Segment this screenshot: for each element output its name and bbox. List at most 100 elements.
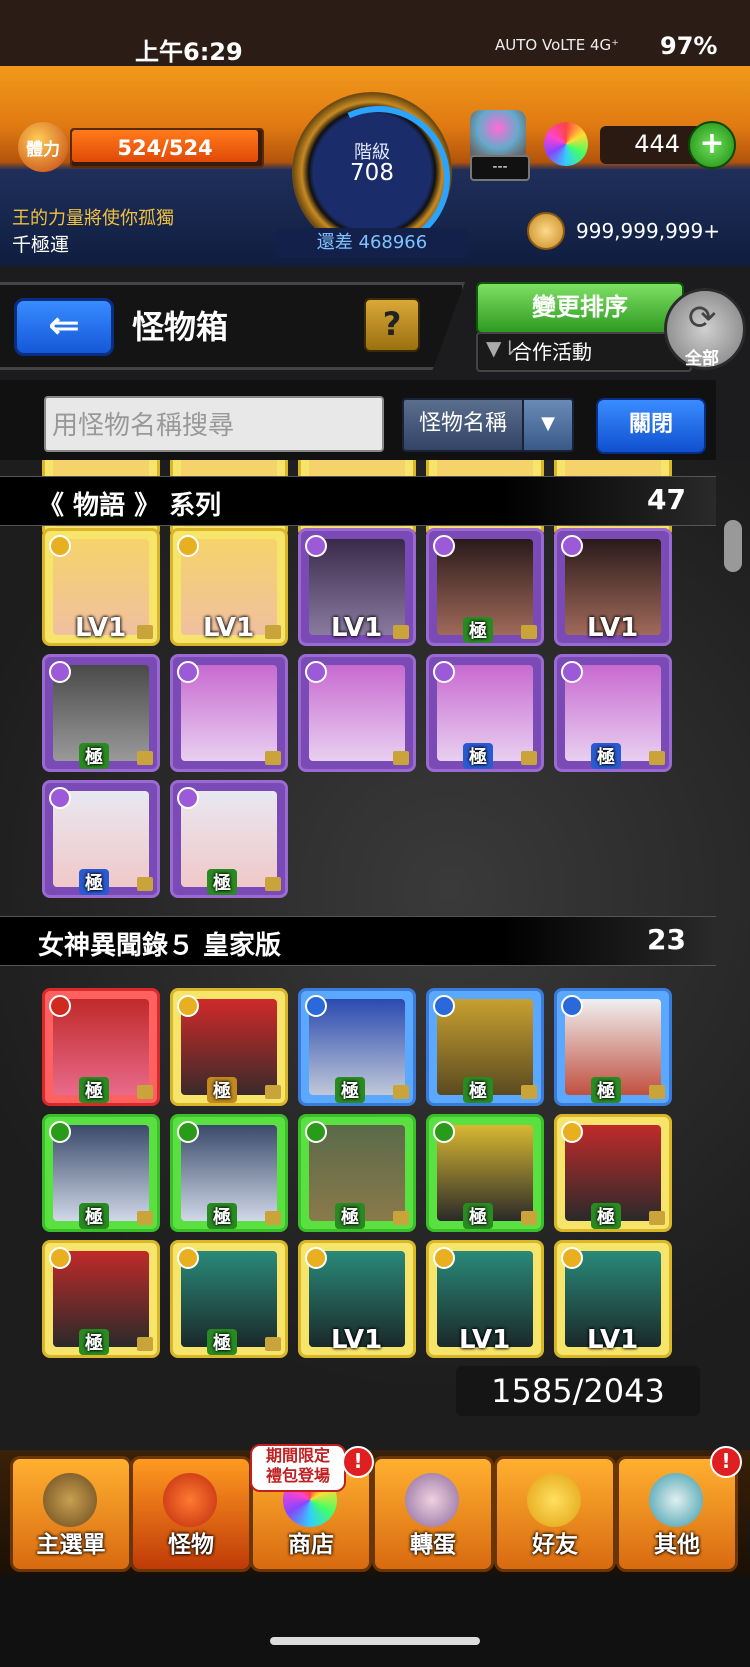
nav-home[interactable]: 主選單 <box>10 1456 132 1572</box>
level-badge: LV1 <box>75 613 127 643</box>
chevron-down-icon[interactable]: ▼ <box>522 398 574 452</box>
search-type-select[interactable]: 怪物名稱 <box>402 398 524 452</box>
dark-element-icon <box>561 661 583 683</box>
lock-icon <box>137 751 153 765</box>
monster-card[interactable]: LV1 <box>554 528 672 646</box>
lock-icon <box>521 1085 537 1099</box>
lock-icon <box>393 751 409 765</box>
box-count: 1585/2043 <box>456 1366 700 1416</box>
dark-element-icon <box>49 787 71 809</box>
back-button[interactable]: ⇐ <box>14 298 114 356</box>
monster-card[interactable] <box>170 654 288 772</box>
monster-card[interactable]: 極 <box>42 988 160 1106</box>
ji-badge: 極 <box>79 1203 109 1229</box>
egg-counter: --- <box>470 155 530 181</box>
monster-card[interactable]: 極 <box>426 1114 544 1232</box>
section-header[interactable]: 《 物語 》 系列 47 <box>0 476 716 526</box>
monster-card[interactable]: 極 <box>42 1240 160 1358</box>
dark-element-icon <box>561 535 583 557</box>
monster-card[interactable]: 極 <box>170 1240 288 1358</box>
nav-gacha[interactable]: 轉蛋 <box>372 1456 494 1572</box>
wood-element-icon <box>305 1121 327 1143</box>
monster-card[interactable]: LV1 <box>554 1240 672 1358</box>
add-orb-button[interactable]: + <box>688 121 736 169</box>
fire-element-icon <box>49 995 71 1017</box>
section-name: 女神異聞錄５ 皇家版 <box>38 931 282 961</box>
monster-card[interactable]: 極 <box>170 1114 288 1232</box>
section-header[interactable]: 女神異聞錄５ 皇家版 23 <box>0 916 716 966</box>
monster-icon <box>163 1473 217 1527</box>
ji-badge: 極 <box>79 1077 109 1103</box>
light-element-icon <box>305 1247 327 1269</box>
monster-card[interactable]: 極 <box>170 988 288 1106</box>
lock-icon <box>137 625 153 639</box>
close-search-button[interactable]: 關閉 <box>596 398 706 454</box>
monster-card[interactable]: 極 <box>426 654 544 772</box>
other-alert-icon: ! <box>710 1446 742 1478</box>
monster-card[interactable]: 極 <box>298 1114 416 1232</box>
dark-element-icon <box>49 661 71 683</box>
monster-card[interactable]: LV1 <box>426 1240 544 1358</box>
level-badge: LV1 <box>203 613 255 643</box>
rank-value: 708 <box>350 160 394 186</box>
monster-card[interactable] <box>298 654 416 772</box>
scrollbar-thumb[interactable] <box>724 520 742 572</box>
stamina-text: 524/524 <box>117 136 213 160</box>
monster-card[interactable]: 極 <box>554 654 672 772</box>
shop-alert-icon: ! <box>342 1446 374 1478</box>
lock-icon <box>521 625 537 639</box>
monster-card[interactable]: LV1 <box>298 1240 416 1358</box>
level-badge: LV1 <box>587 1325 639 1355</box>
lock-icon <box>649 1085 665 1099</box>
ji-badge: 極 <box>463 1077 493 1103</box>
monster-list[interactable]: 《 物語 》 系列 47 LV1 LV1 LV1 極 LV1 極 極 極 極 極… <box>0 460 750 1450</box>
ji-badge: 極 <box>591 743 621 769</box>
ji-badge: 極 <box>207 1329 237 1355</box>
light-element-icon <box>177 535 199 557</box>
monster-card[interactable]: LV1 <box>298 528 416 646</box>
monster-card[interactable]: 極 <box>170 780 288 898</box>
page-title: 怪物箱 <box>132 308 229 346</box>
ji-badge: 極 <box>591 1203 621 1229</box>
monster-card[interactable]: 極 <box>42 654 160 772</box>
monster-card[interactable]: LV1 <box>42 528 160 646</box>
nav-friends[interactable]: 好友 <box>494 1456 616 1572</box>
home-indicator[interactable] <box>270 1637 480 1645</box>
help-button[interactable]: ? <box>364 298 420 352</box>
monster-card[interactable]: 極 <box>554 988 672 1106</box>
lock-icon <box>137 1085 153 1099</box>
lock-icon <box>137 877 153 891</box>
lock-icon <box>265 751 281 765</box>
search-input[interactable]: 用怪物名稱搜尋 <box>44 396 384 452</box>
wood-element-icon <box>49 1121 71 1143</box>
dark-element-icon <box>177 787 199 809</box>
monster-card[interactable]: 極 <box>298 988 416 1106</box>
nav-monster[interactable]: 怪物 <box>130 1456 252 1572</box>
monster-card[interactable]: 極 <box>426 528 544 646</box>
ji-badge: 極 <box>79 869 109 895</box>
rank-remaining: 還差 468966 <box>276 228 468 258</box>
monster-card[interactable]: 極 <box>554 1114 672 1232</box>
monster-card[interactable]: LV1 <box>170 528 288 646</box>
limited-offer-tag: 期間限定 禮包登場 <box>250 1444 346 1492</box>
monster-card[interactable]: 極 <box>426 988 544 1106</box>
gacha-icon <box>405 1473 459 1527</box>
lock-icon <box>137 1337 153 1351</box>
battery-level: 97% <box>660 32 718 60</box>
status-time: 上午6:29 <box>135 38 243 66</box>
monster-card[interactable]: 極 <box>42 1114 160 1232</box>
level-badge: LV1 <box>331 1325 383 1355</box>
change-sort-button[interactable]: 變更排序 <box>476 282 684 334</box>
orb-icon <box>544 122 588 166</box>
lock-icon <box>265 625 281 639</box>
orb-count: 444 <box>634 130 680 158</box>
lock-icon <box>393 1211 409 1225</box>
lock-icon <box>393 625 409 639</box>
nav-other-label: 其他 <box>654 1532 700 1558</box>
monster-card[interactable]: 極 <box>42 780 160 898</box>
ji-badge: 極 <box>207 1203 237 1229</box>
lock-icon <box>521 751 537 765</box>
system-nav-bar <box>0 1575 750 1667</box>
ji-badge: 極 <box>335 1203 365 1229</box>
section-name: 《 物語 》 系列 <box>38 491 222 521</box>
